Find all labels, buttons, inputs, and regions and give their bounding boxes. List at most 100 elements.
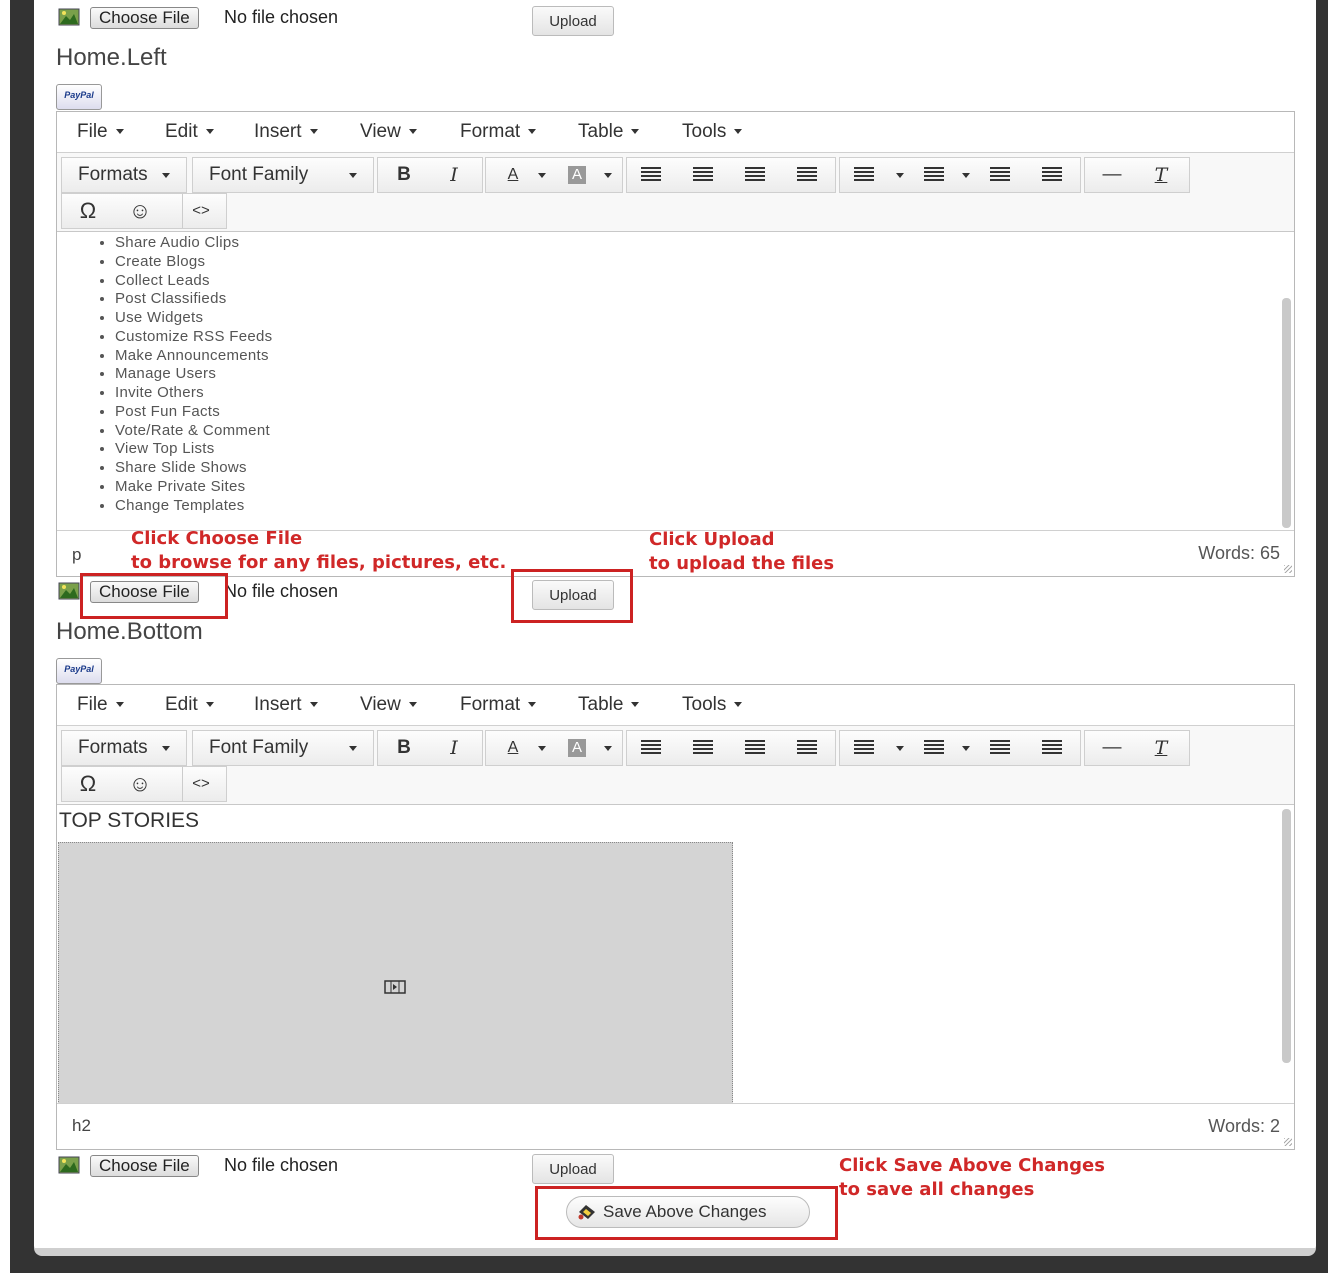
- choose-file-button[interactable]: Choose File: [90, 1155, 199, 1177]
- choose-file-button[interactable]: Choose File: [90, 7, 199, 29]
- list-item: Invite Others: [115, 384, 1294, 403]
- word-count: Words: 65: [1198, 543, 1280, 563]
- clear-formatting-icon[interactable]: T: [1151, 158, 1171, 192]
- text-color-button[interactable]: A: [504, 731, 522, 765]
- panel-bottom-edge: [34, 1248, 1316, 1256]
- clear-formatting-icon[interactable]: T: [1151, 731, 1171, 765]
- file-upload-row: Choose File No file chosen Upload: [56, 1154, 616, 1186]
- text-color-button[interactable]: A: [504, 158, 522, 192]
- menu-tools[interactable]: Tools: [682, 121, 743, 143]
- color-group: A A: [485, 730, 623, 766]
- align-left-icon[interactable]: [641, 731, 661, 765]
- menu-view[interactable]: View: [360, 121, 417, 143]
- align-justify-icon[interactable]: [797, 158, 817, 192]
- font-family-dropdown[interactable]: Font Family: [192, 157, 374, 193]
- menu-edit[interactable]: Edit: [165, 121, 214, 143]
- outdent-icon[interactable]: [990, 158, 1010, 192]
- menu-tools[interactable]: Tools: [682, 694, 743, 716]
- caret-down-icon: [115, 702, 124, 708]
- menu-table[interactable]: Table: [578, 121, 640, 143]
- align-right-icon[interactable]: [745, 731, 765, 765]
- bold-button[interactable]: B: [394, 731, 414, 765]
- menu-insert[interactable]: Insert: [254, 694, 318, 716]
- align-right-icon[interactable]: [745, 158, 765, 192]
- background-color-button[interactable]: A: [568, 739, 586, 757]
- font-family-dropdown[interactable]: Font Family: [192, 730, 374, 766]
- menu-format[interactable]: Format: [460, 694, 537, 716]
- highlight-box: [535, 1186, 838, 1240]
- emoticon-icon[interactable]: ☺: [128, 194, 152, 228]
- highlight-box: [80, 573, 228, 619]
- caret-down-icon: [309, 702, 318, 708]
- italic-button[interactable]: I: [444, 731, 464, 765]
- special-character-icon[interactable]: Ω: [76, 767, 100, 801]
- image-icon: [58, 1156, 80, 1174]
- upload-button[interactable]: Upload: [532, 6, 614, 36]
- media-placeholder[interactable]: [58, 842, 733, 1104]
- file-status-text: No file chosen: [224, 581, 524, 609]
- caret-down-icon: [962, 173, 970, 178]
- caret-down-icon: [205, 702, 214, 708]
- list-item: Share Slide Shows: [115, 459, 1294, 478]
- caret-down-icon: [962, 746, 970, 751]
- resize-handle-icon[interactable]: [1284, 565, 1292, 573]
- insert-group: Ω ☺ <>: [61, 193, 227, 229]
- menu-view[interactable]: View: [360, 694, 417, 716]
- horizontal-rule-icon[interactable]: —: [1099, 731, 1125, 765]
- paypal-button[interactable]: PayPal: [56, 84, 102, 110]
- image-icon: [58, 582, 80, 600]
- list-item: Share Audio Clips: [115, 234, 1294, 253]
- formats-dropdown[interactable]: Formats: [61, 157, 187, 193]
- caret-down-icon: [162, 746, 170, 751]
- menu-file[interactable]: File: [77, 121, 124, 143]
- scrollbar[interactable]: [1282, 298, 1291, 528]
- editor-menubar: File Edit Insert View Format Table Tools: [57, 112, 1294, 153]
- list-item: Vote/Rate & Comment: [115, 422, 1294, 441]
- formats-dropdown[interactable]: Formats: [61, 730, 187, 766]
- list-item: Make Private Sites: [115, 478, 1294, 497]
- emoticon-icon[interactable]: ☺: [128, 767, 152, 801]
- annotation-save: Click Save Above Changes to save all cha…: [839, 1155, 1105, 1200]
- background-color-button[interactable]: A: [568, 166, 586, 184]
- indent-icon[interactable]: [1042, 731, 1062, 765]
- special-character-icon[interactable]: Ω: [76, 194, 100, 228]
- paypal-button[interactable]: PayPal: [56, 658, 102, 684]
- resize-handle-icon[interactable]: [1284, 1138, 1292, 1146]
- indent-icon[interactable]: [1042, 158, 1062, 192]
- list-item: Collect Leads: [115, 272, 1294, 291]
- element-path: h2: [72, 1116, 91, 1135]
- align-center-icon[interactable]: [693, 158, 713, 192]
- caret-down-icon: [408, 702, 417, 708]
- italic-button[interactable]: I: [444, 158, 464, 192]
- list-item: Post Fun Facts: [115, 403, 1294, 422]
- caret-down-icon: [349, 746, 357, 751]
- source-code-icon[interactable]: <>: [182, 767, 219, 801]
- numbered-list-icon[interactable]: [924, 731, 944, 765]
- menu-format[interactable]: Format: [460, 121, 537, 143]
- editor-content[interactable]: TOP STORIES: [57, 805, 1294, 1104]
- menu-edit[interactable]: Edit: [165, 694, 214, 716]
- list-item: Manage Users: [115, 365, 1294, 384]
- word-count: Words: 2: [1208, 1116, 1280, 1136]
- menu-table[interactable]: Table: [578, 694, 640, 716]
- align-left-icon[interactable]: [641, 158, 661, 192]
- editor-menubar: File Edit Insert View Format Table Tools: [57, 685, 1294, 726]
- source-code-icon[interactable]: <>: [182, 194, 219, 228]
- file-status-text: No file chosen: [224, 7, 524, 35]
- alignment-group: [626, 157, 836, 193]
- outdent-icon[interactable]: [990, 731, 1010, 765]
- upload-button[interactable]: Upload: [532, 1154, 614, 1184]
- menu-insert[interactable]: Insert: [254, 121, 318, 143]
- caret-down-icon: [538, 746, 546, 751]
- horizontal-rule-icon[interactable]: —: [1099, 158, 1125, 192]
- bullet-list-icon[interactable]: [854, 731, 874, 765]
- align-justify-icon[interactable]: [797, 731, 817, 765]
- menu-file[interactable]: File: [77, 694, 124, 716]
- caret-down-icon: [408, 129, 417, 135]
- editor-content[interactable]: Share Audio Clips Create Blogs Collect L…: [57, 232, 1294, 530]
- align-center-icon[interactable]: [693, 731, 713, 765]
- numbered-list-icon[interactable]: [924, 158, 944, 192]
- bullet-list-icon[interactable]: [854, 158, 874, 192]
- scrollbar[interactable]: [1282, 809, 1291, 1063]
- bold-button[interactable]: B: [394, 158, 414, 192]
